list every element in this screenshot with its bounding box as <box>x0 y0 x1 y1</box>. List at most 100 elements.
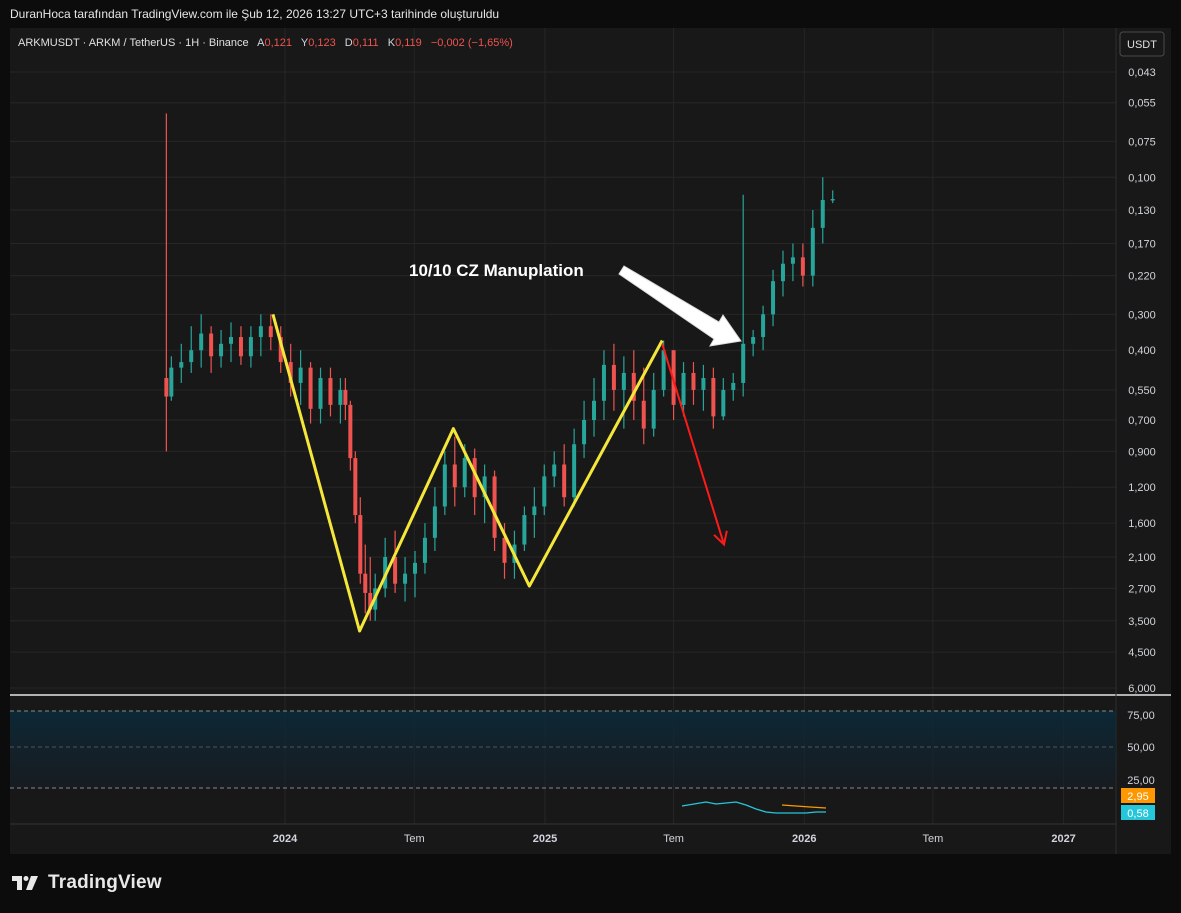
price-tick-label: 4,500 <box>1128 647 1156 659</box>
candle-body <box>800 257 805 276</box>
price-tick-label: 0,055 <box>1128 98 1156 110</box>
candle-body <box>592 400 597 421</box>
candle-body <box>572 444 577 498</box>
indicator-value-label: 2,95 <box>1127 791 1148 803</box>
candle-body <box>790 257 795 264</box>
time-tick-label: Tem <box>663 833 684 845</box>
price-tick-label: 0,400 <box>1128 345 1156 357</box>
candle-body <box>422 537 427 563</box>
candle-body <box>552 464 557 477</box>
price-tick-label: 0,300 <box>1128 309 1156 321</box>
candle-body <box>248 337 253 357</box>
low-value: 0,111 <box>353 37 379 49</box>
time-tick-label: 2024 <box>273 833 298 845</box>
candle-body <box>169 367 174 397</box>
price-tick-label: 0,170 <box>1128 238 1156 250</box>
indicator-value-label: 0,58 <box>1127 808 1148 820</box>
candle-body <box>492 476 497 538</box>
candle-body <box>219 343 224 357</box>
candle-body <box>731 382 736 390</box>
candle-body <box>601 364 606 401</box>
annotation-text: 10/10 CZ Manuplation <box>409 261 584 280</box>
time-tick-label: 2026 <box>792 833 816 845</box>
price-tick-label: 0,550 <box>1128 385 1156 397</box>
price-tick-label: 2,700 <box>1128 583 1156 595</box>
candle-body <box>582 420 587 445</box>
candle-body <box>820 200 825 228</box>
candle-body <box>189 350 194 363</box>
candle-body <box>432 506 437 538</box>
time-tick-label: Tem <box>922 833 943 845</box>
time-tick-label: 2027 <box>1051 833 1075 845</box>
candle-body <box>681 372 686 405</box>
candle-body <box>238 337 243 357</box>
candle-body <box>761 314 766 338</box>
chart-caption: DuranHoca tarafından TradingView.com ile… <box>10 7 500 21</box>
high-value: 0,123 <box>308 37 336 49</box>
candle-body <box>741 343 746 383</box>
candle-body <box>328 378 333 405</box>
candle-body <box>358 515 363 574</box>
tradingview-brand: TradingView <box>48 872 162 893</box>
candle-body <box>830 198 835 201</box>
candle-body <box>711 378 716 417</box>
candle-body <box>179 362 184 368</box>
tradingview-logo[interactable]: TradingView <box>12 868 162 898</box>
candle-body <box>413 562 417 574</box>
candle-body <box>209 333 214 357</box>
candle-body <box>258 326 263 338</box>
candle-body <box>164 378 169 397</box>
candle-body <box>199 333 204 351</box>
candle-body <box>542 476 547 507</box>
indicator-tick-label: 50,00 <box>1127 742 1155 754</box>
tradingview-logo-icon <box>12 876 38 890</box>
price-tick-label: 2,100 <box>1128 552 1156 564</box>
price-tick-label: 1,200 <box>1128 482 1156 494</box>
candle-body <box>771 281 776 315</box>
price-tick-label: 0,043 <box>1128 67 1156 79</box>
candle-body <box>298 367 303 383</box>
candle-body <box>751 337 756 344</box>
candle-body <box>810 227 815 276</box>
candle-body <box>621 372 626 390</box>
candle-body <box>268 326 273 338</box>
indicator-tick-label: 75,00 <box>1127 710 1155 722</box>
currency-label: USDT <box>1127 39 1157 51</box>
price-tick-label: 0,900 <box>1128 446 1156 458</box>
currency-button[interactable]: USDT <box>1119 31 1165 57</box>
candle-body <box>442 464 447 507</box>
candle-body <box>338 389 343 405</box>
price-tick-label: 0,130 <box>1128 205 1156 217</box>
candle-body <box>562 464 567 498</box>
candle-body <box>522 515 527 545</box>
candle-body <box>780 263 785 282</box>
candle-body <box>353 458 358 516</box>
price-tick-label: 0,075 <box>1128 136 1156 148</box>
candle-body <box>641 400 646 429</box>
candle-body <box>532 506 537 516</box>
price-chart[interactable]: ARKMUSDT · ARKM / TetherUS · 1H · Binanc… <box>10 28 1171 854</box>
candle-body <box>348 404 353 459</box>
open-value: 0,121 <box>264 37 292 49</box>
low-label: D <box>345 37 353 49</box>
price-tick-label: 6,000 <box>1128 683 1156 695</box>
time-tick-label: Tem <box>404 833 425 845</box>
svg-text:ARKMUSDT · ARKM / TetherUS · 1: ARKMUSDT · ARKM / TetherUS · 1H · Binanc… <box>18 37 513 49</box>
candle-body <box>452 464 457 488</box>
symbol-label: ARKMUSDT · ARKM / TetherUS · 1H · Binanc… <box>18 37 249 49</box>
price-tick-label: 1,600 <box>1128 518 1156 530</box>
candle-body <box>363 573 368 593</box>
indicator-tick-label: 25,00 <box>1127 775 1155 787</box>
chart-frame[interactable]: ARKMUSDT · ARKM / TetherUS · 1H · Binanc… <box>10 28 1171 854</box>
candle-body <box>611 364 616 390</box>
candle-body <box>403 573 408 584</box>
price-tick-label: 0,700 <box>1128 415 1156 427</box>
candle-body <box>651 389 656 429</box>
candle-body <box>721 389 726 417</box>
candle-body <box>393 557 398 584</box>
candle-body <box>343 389 348 405</box>
candle-body <box>701 378 706 390</box>
candle-body <box>691 372 696 390</box>
price-tick-label: 0,220 <box>1128 271 1156 283</box>
price-tick-label: 0,100 <box>1128 172 1156 184</box>
